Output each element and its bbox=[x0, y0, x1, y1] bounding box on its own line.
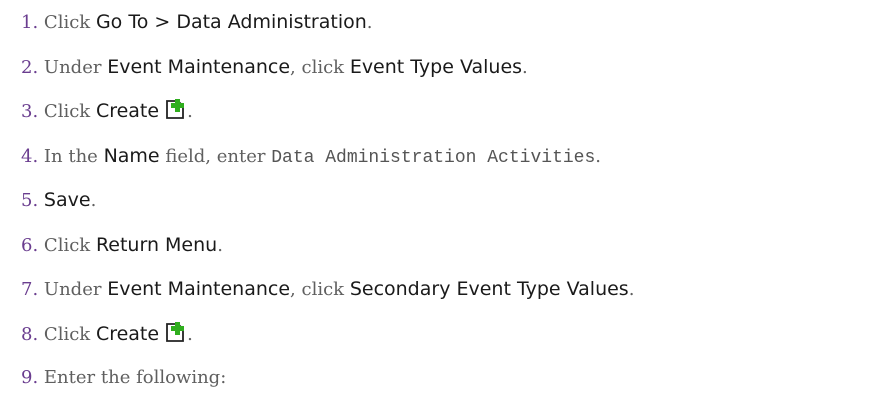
step-text: Enter the following: bbox=[43, 367, 227, 388]
step-text: Click bbox=[43, 12, 91, 33]
ui-button: Create bbox=[95, 100, 160, 122]
step-number: 6. bbox=[21, 234, 39, 256]
step-text: Click bbox=[43, 101, 91, 122]
step-6: 6. Click Return Menu. bbox=[21, 230, 634, 275]
step-number: 5. bbox=[21, 190, 39, 211]
step-punct: . bbox=[522, 56, 528, 78]
step-3: 3. Click Create. bbox=[21, 96, 634, 141]
step-4: 4. In the Name field, enter Data Adminis… bbox=[21, 141, 634, 186]
step-9: 9. Enter the following: bbox=[21, 363, 634, 408]
step-punct: . bbox=[217, 234, 223, 256]
step-number: 9. bbox=[21, 367, 39, 388]
ui-section: Event Maintenance bbox=[107, 55, 291, 78]
ui-link: Secondary Event Type Values bbox=[349, 278, 629, 300]
ui-button: Create bbox=[95, 322, 160, 345]
ui-path: Go To > Data Administration bbox=[95, 11, 367, 33]
step-8: 8. Click Create. bbox=[21, 319, 634, 364]
step-punct: . bbox=[628, 279, 635, 300]
step-number: 2. bbox=[21, 56, 39, 78]
ui-button: Return Menu bbox=[95, 233, 218, 256]
step-text: field, enter bbox=[165, 145, 266, 167]
step-text: , click bbox=[290, 279, 345, 300]
code-value: Data Administration Activities bbox=[271, 147, 596, 168]
step-7: 7. Under Event Maintenance, click Second… bbox=[21, 274, 634, 319]
ui-field: Name bbox=[103, 144, 160, 167]
step-text: Click bbox=[43, 234, 91, 256]
step-text: Under bbox=[43, 56, 102, 78]
create-plus-icon bbox=[166, 321, 185, 342]
create-plus-icon bbox=[166, 99, 185, 119]
ui-section: Event Maintenance bbox=[107, 278, 291, 300]
step-1: 1. Click Go To > Data Administration. bbox=[21, 7, 634, 52]
step-punct: . bbox=[187, 101, 193, 122]
step-text: In the bbox=[43, 145, 98, 167]
step-text: Under bbox=[43, 279, 102, 300]
ui-link: Event Type Values bbox=[349, 55, 523, 78]
step-text: , click bbox=[290, 56, 345, 78]
step-number: 4. bbox=[21, 145, 39, 167]
step-number: 8. bbox=[21, 323, 39, 345]
step-punct: . bbox=[366, 12, 373, 33]
step-text: Click bbox=[43, 323, 91, 345]
step-punct: . bbox=[595, 145, 602, 167]
step-2: 2. Under Event Maintenance, click Event … bbox=[21, 52, 634, 97]
step-punct: . bbox=[187, 323, 193, 345]
step-punct: . bbox=[90, 190, 97, 211]
step-number: 1. bbox=[21, 12, 39, 33]
step-5: 5. Save. bbox=[21, 185, 634, 230]
instruction-steps: 1. Click Go To > Data Administration. 2.… bbox=[21, 7, 634, 408]
ui-button: Save bbox=[43, 189, 91, 211]
step-number: 3. bbox=[21, 101, 39, 122]
step-number: 7. bbox=[21, 279, 39, 300]
